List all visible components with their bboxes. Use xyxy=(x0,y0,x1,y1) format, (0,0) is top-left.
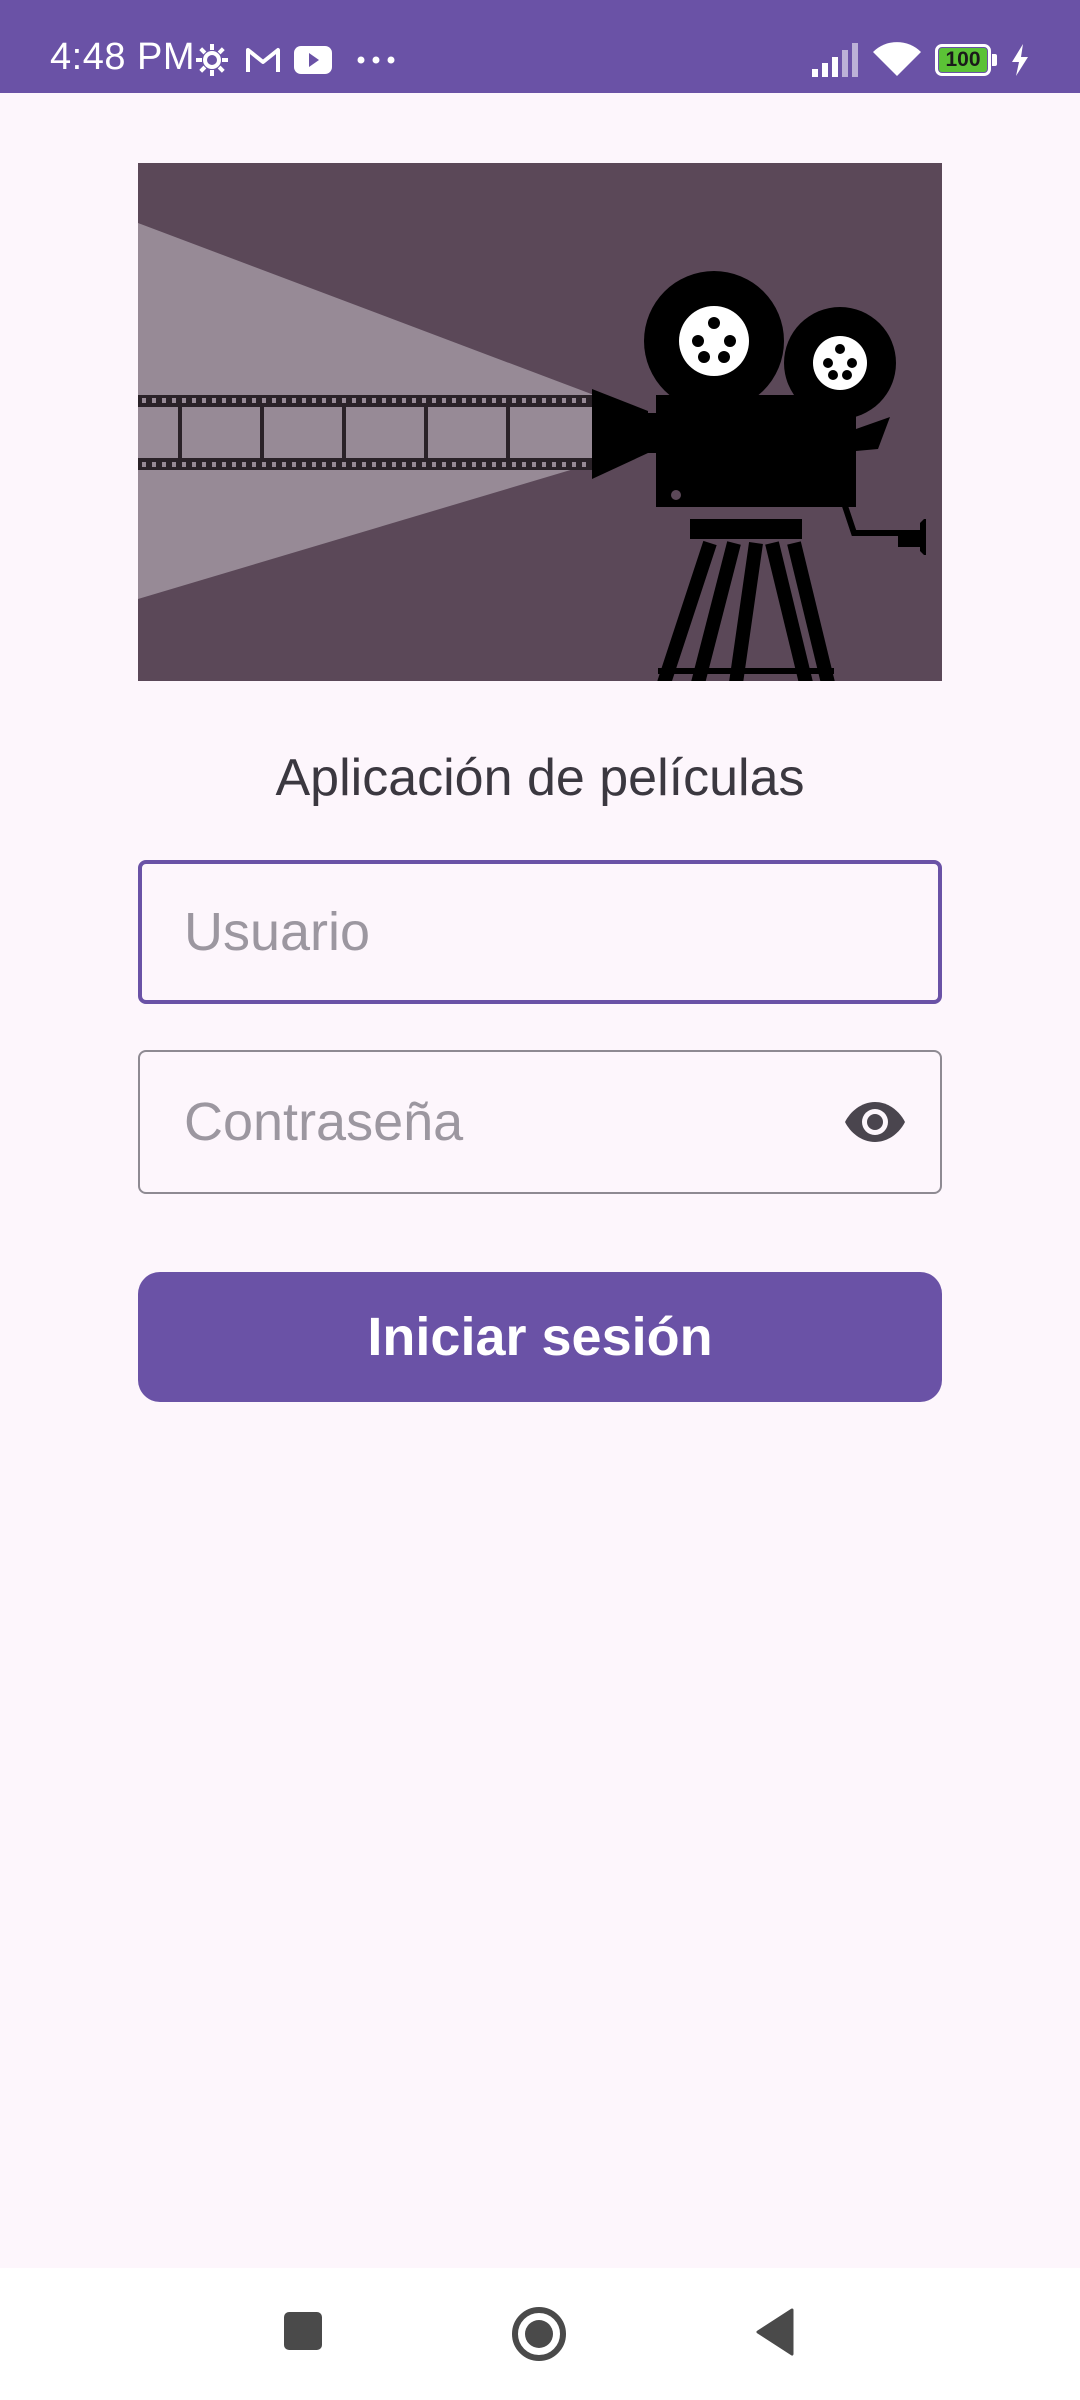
home-circle-icon[interactable] xyxy=(511,2306,567,2362)
login-button[interactable]: Iniciar sesión xyxy=(138,1272,942,1402)
status-bar: 4:48 PM 100 xyxy=(0,0,1080,93)
more-dots-icon xyxy=(357,56,395,64)
app-title: Aplicación de películas xyxy=(275,749,805,807)
charging-icon xyxy=(1012,44,1028,76)
status-time: 4:48 PM xyxy=(50,36,196,78)
gmail-icon xyxy=(246,48,280,72)
username-field[interactable]: Usuario xyxy=(138,860,942,1004)
back-triangle-icon[interactable] xyxy=(754,2308,794,2356)
settings-icon xyxy=(196,44,228,76)
password-field[interactable]: Contraseña xyxy=(138,1050,942,1194)
navigation-bar xyxy=(0,2268,1080,2400)
wifi-icon xyxy=(873,42,921,76)
movie-camera-illustration xyxy=(138,163,942,681)
battery-level: 100 xyxy=(945,48,981,71)
eye-icon[interactable] xyxy=(844,1100,906,1144)
youtube-icon xyxy=(294,46,332,74)
password-placeholder: Contraseña xyxy=(184,1092,464,1152)
hero-image xyxy=(138,163,942,681)
username-placeholder: Usuario xyxy=(184,902,371,962)
signal-icon xyxy=(812,43,858,77)
battery-icon: 100 xyxy=(935,44,997,76)
recents-square-icon[interactable] xyxy=(283,2311,323,2351)
